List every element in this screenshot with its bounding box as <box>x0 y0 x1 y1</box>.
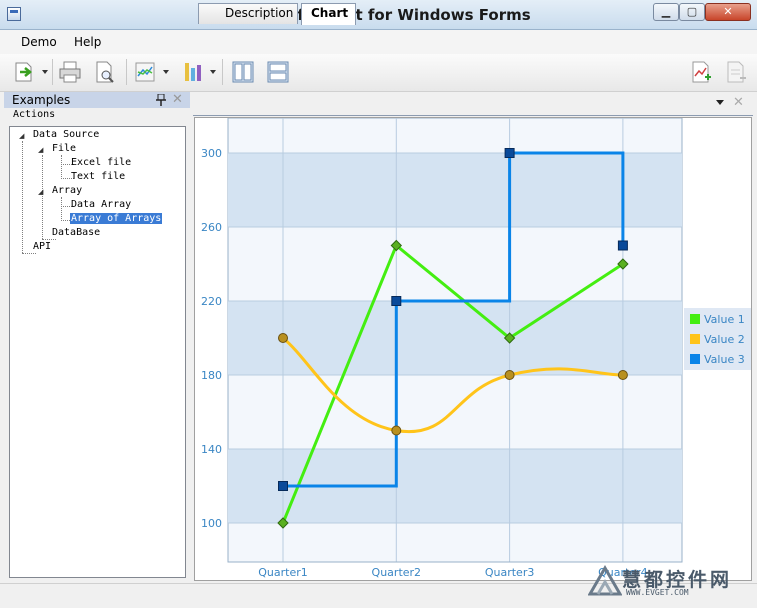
watermark-logo: 慧都控件网 WWW.EVGET.COM <box>586 562 756 602</box>
data-point-value2 <box>617 370 628 380</box>
menu-demo[interactable]: Demo <box>21 35 57 49</box>
menu-help[interactable]: Help <box>74 35 101 49</box>
layout-2-icon[interactable] <box>266 60 290 84</box>
data-point-value2 <box>391 425 402 436</box>
window-title: RadarSoft Chart for Windows Forms <box>226 6 531 24</box>
expand-arrow-icon[interactable]: ◢ <box>19 132 24 140</box>
tree-item-array[interactable]: Array <box>52 185 82 196</box>
toolbar <box>0 54 757 92</box>
palette-dropdown-icon[interactable] <box>210 70 216 74</box>
tree-connector <box>22 141 23 253</box>
palette-icon[interactable] <box>181 60 205 84</box>
pin-icon[interactable] <box>156 94 166 106</box>
panel-header: Examples ✕ <box>4 92 190 108</box>
tree-item-array-of-arrays[interactable]: Array of Arrays <box>70 213 163 224</box>
examples-panel: Examples ✕ Actions ◢ Data Source ◢ File … <box>4 92 190 582</box>
tab-menu-dropdown-icon[interactable] <box>716 100 724 105</box>
chart-type-icon[interactable] <box>133 60 157 84</box>
chart: 100 140 180 220 260 300 Quarter1 Quarter2 Quarte… <box>195 117 751 580</box>
data-point-value2 <box>504 370 515 380</box>
add-chart-icon[interactable] <box>689 60 713 84</box>
chart-panel: 100 140 180 220 260 300 Quarter1 Quarter2 Quarte… <box>194 117 752 581</box>
tab-strip <box>193 92 753 116</box>
title-bar: RadarSoft Chart for Windows Forms ▁ ▢ ✕ <box>0 0 757 30</box>
data-point-value3 <box>278 481 288 491</box>
tree-item-database[interactable]: DataBase <box>52 227 100 238</box>
y-tick-label: 180 <box>201 369 222 382</box>
y-tick-label: 100 <box>201 517 222 530</box>
y-tick-label: 220 <box>201 295 222 308</box>
chart-type-dropdown-icon[interactable] <box>163 70 169 74</box>
tree-item-data-source[interactable]: Data Source <box>33 129 99 140</box>
watermark-url: WWW.EVGET.COM <box>626 588 689 597</box>
toolbar-separator <box>126 59 127 85</box>
data-point-value2 <box>278 333 288 343</box>
watermark-icon <box>588 564 622 596</box>
tree-connector <box>42 239 56 240</box>
print-icon[interactable] <box>58 60 82 84</box>
examples-tree: ◢ Data Source ◢ File Excel file Text fil… <box>9 126 186 578</box>
tab-description[interactable]: Description <box>198 3 298 24</box>
tree-item-api[interactable]: API <box>33 241 51 252</box>
layout-1-icon[interactable] <box>231 60 255 84</box>
tree-item-file[interactable]: File <box>52 143 76 154</box>
tree-connector <box>42 155 43 239</box>
x-tick-label: Quarter3 <box>485 566 534 579</box>
toolbar-separator <box>52 59 53 85</box>
export-icon[interactable] <box>12 60 36 84</box>
tab-close-icon[interactable]: ✕ <box>733 95 744 110</box>
expand-arrow-icon[interactable]: ◢ <box>38 146 43 154</box>
data-point-value3 <box>617 240 628 251</box>
y-tick-label: 260 <box>201 221 222 234</box>
legend-swatch <box>690 314 700 324</box>
export-dropdown-icon[interactable] <box>42 70 48 74</box>
tree-connector <box>61 197 62 221</box>
panel-title: Examples <box>12 93 71 107</box>
print-preview-icon[interactable] <box>93 60 117 84</box>
data-point-value3 <box>504 148 515 158</box>
y-tick-label: 300 <box>201 147 222 160</box>
grid-band <box>228 301 682 375</box>
legend-label: Value 2 <box>704 333 745 346</box>
legend-label: Value 1 <box>704 313 745 326</box>
y-tick-label: 140 <box>201 443 222 456</box>
grid-band <box>228 153 682 227</box>
panel-close-icon[interactable]: ✕ <box>172 92 183 107</box>
x-tick-label: Quarter2 <box>372 566 422 579</box>
tree-item-excel-file[interactable]: Excel file <box>71 157 131 168</box>
legend-label: Value 3 <box>704 353 745 366</box>
menu-bar: Demo Help <box>0 30 757 54</box>
remove-chart-icon[interactable] <box>724 60 748 84</box>
minimize-button[interactable]: ▁ <box>653 3 679 21</box>
legend-swatch <box>690 334 700 344</box>
toolbar-separator <box>222 59 223 85</box>
actions-label: Actions <box>13 109 56 120</box>
tab-chart[interactable]: Chart <box>301 3 356 25</box>
tree-connector <box>22 253 36 254</box>
tree-item-data-array[interactable]: Data Array <box>71 199 131 210</box>
data-point-value3 <box>391 296 402 306</box>
tree-connector <box>61 155 62 179</box>
maximize-button[interactable]: ▢ <box>679 3 705 21</box>
tree-item-text-file[interactable]: Text file <box>71 171 125 182</box>
legend-swatch <box>690 354 700 364</box>
close-button[interactable]: ✕ <box>705 3 751 21</box>
expand-arrow-icon[interactable]: ◢ <box>38 188 43 196</box>
x-tick-label: Quarter1 <box>258 566 308 579</box>
